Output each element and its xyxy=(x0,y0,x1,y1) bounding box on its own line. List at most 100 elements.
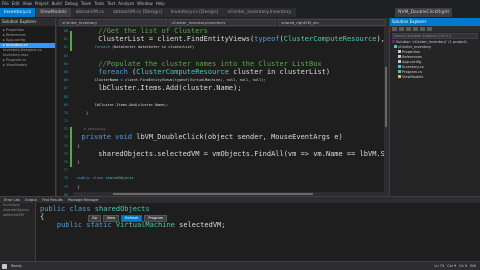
line-number: 67 xyxy=(63,86,68,91)
solution-tree-label: App.config xyxy=(402,60,422,64)
line-number: 63 xyxy=(63,53,68,58)
code-editor[interactable]: vCenter_Inventory vCenter_Inventory.Inve… xyxy=(57,18,388,196)
file-icon xyxy=(398,65,401,68)
code-token: { xyxy=(73,184,80,189)
line-number: 74 xyxy=(63,143,68,148)
forward-icon[interactable] xyxy=(399,27,404,31)
menu-item-team[interactable]: Team xyxy=(81,0,92,7)
document-tab[interactable]: Inventory.cs xyxy=(0,8,37,17)
solution-explorer-title: Solution Explorer xyxy=(390,18,480,26)
document-tab[interactable]: abtaskVM.cs [Design] xyxy=(108,8,167,17)
peek-toolbar-button[interactable]: View xyxy=(102,215,120,222)
file-icon xyxy=(398,55,401,58)
home-icon[interactable] xyxy=(406,27,411,31)
vertical-scrollbar[interactable] xyxy=(384,27,388,192)
code-line: lbCluster.Items.Add(cluster.Name); xyxy=(73,84,388,92)
peek-toolbar-button[interactable]: Refresh xyxy=(121,215,143,222)
menu-item-tools[interactable]: Tools xyxy=(94,0,104,7)
menu-item-test[interactable]: Test xyxy=(107,0,115,7)
code-token: { xyxy=(40,213,45,222)
document-tab[interactable]: vCenter_Inventory.Inventory xyxy=(223,8,297,17)
bottom-tab[interactable]: Find Results xyxy=(40,197,65,203)
menu-item-project[interactable]: Project xyxy=(35,0,49,7)
code-token: 0 references xyxy=(73,127,106,132)
refresh-icon[interactable] xyxy=(413,27,418,31)
code-token: lbCluster.Items.Add(cluster.Name); xyxy=(73,102,169,107)
bottom-tabs: Error List Output Find Results Package Mana… xyxy=(0,197,480,203)
menu-item-analyze[interactable]: Analyze xyxy=(118,0,134,7)
line-number: 62 xyxy=(63,45,68,50)
code-token: foreach xyxy=(73,67,128,76)
solution-tree-label: Solution 'vCenter_Inventory' (1 project) xyxy=(396,40,467,44)
document-tab[interactable]: abtaskVM.cs xyxy=(71,8,109,17)
solution-tree-item[interactable]: ViewModels xyxy=(390,75,480,80)
document-tab[interactable]: ViewModels xyxy=(36,8,72,17)
peek-toolbar: Go View Refresh Program xyxy=(88,215,168,222)
back-icon[interactable] xyxy=(392,27,397,31)
code-token: VirtualMachine xyxy=(115,221,175,230)
left-tree-item[interactable]: ▸ ViewModels xyxy=(0,63,55,68)
menu-item-edit[interactable]: Edit xyxy=(12,0,20,7)
solution-tree-label: Program.cs xyxy=(402,70,423,74)
code-token: (DataCenter dataCenter in clusterList) xyxy=(109,45,195,50)
code-token: lbVM_DoubleClick(object sender, MouseEve… xyxy=(132,133,343,142)
code-token: sharedObjects xyxy=(105,176,134,181)
code-token: sharedObjects.selectedVM = vmObjects.Fin… xyxy=(98,149,388,158)
code-token: ClusterComputeResource xyxy=(136,67,229,76)
code-line: { xyxy=(73,183,388,191)
solution-tree-label: Inventory.cs xyxy=(402,65,424,69)
menu-item-help[interactable]: Help xyxy=(156,0,165,7)
properties-icon[interactable] xyxy=(427,27,432,31)
menu-item-debug[interactable]: Debug xyxy=(65,0,78,7)
code-area[interactable]: //Get the list of Clusters ClusterList =… xyxy=(73,27,388,196)
line-number: 68 xyxy=(63,94,68,99)
line-number: 71 xyxy=(63,119,68,124)
bottom-panel: Error List Output Find Results Package Mana… xyxy=(0,196,480,270)
editor-navigation-bar: vCenter_Inventory vCenter_Inventory.Inve… xyxy=(57,18,388,27)
code-line xyxy=(73,166,388,174)
line-number: 60 xyxy=(63,29,68,33)
code-token: //Get the list of Clusters xyxy=(73,27,208,35)
code-line xyxy=(73,93,388,101)
right-document-tab[interactable]: NVM_DoubleClickRight xyxy=(395,8,453,17)
code-line: private void lbVM_DoubleClick(object sen… xyxy=(73,133,388,141)
line-number: 78 xyxy=(63,176,68,181)
left-panel-title: Solution Explorer xyxy=(0,18,55,26)
menu-item-window[interactable]: Window xyxy=(137,0,153,7)
code-token: sharedObjects xyxy=(94,205,150,213)
code-token: typeof xyxy=(254,35,280,44)
status-field: INS xyxy=(470,264,476,268)
member-dropdown[interactable]: shared_rightVM_vm xyxy=(278,19,387,26)
status-icon xyxy=(2,263,7,269)
document-tab[interactable]: Inventory.cs [Design] xyxy=(166,8,224,17)
solution-search-input[interactable]: Search Solution Explorer (Ctrl+;) xyxy=(392,33,478,39)
horizontal-scroll-thumb[interactable] xyxy=(113,193,313,195)
code-line xyxy=(73,52,388,60)
code-line: } xyxy=(73,158,388,166)
line-number: 77 xyxy=(63,168,68,173)
collapse-icon[interactable] xyxy=(420,27,425,31)
peek-toolbar-button[interactable]: Go xyxy=(88,215,101,222)
solution-tree-label: Properties xyxy=(402,50,421,54)
line-number-gutter: 60 61 62 63 64 65 66 67 68 69 70 71 72 73 74 75 76 77 78 79… xyxy=(57,27,69,196)
code-token: private void xyxy=(73,133,133,142)
bottom-left-item[interactable]: selectedVM xyxy=(0,213,35,218)
menu-item-view[interactable]: View xyxy=(22,0,32,7)
class-dropdown[interactable]: vCenter_Inventory.Inventory xyxy=(168,19,277,26)
bottom-tab[interactable]: Package Manager xyxy=(66,197,101,203)
code-token: { xyxy=(73,143,80,148)
code-token: ClusterName = client.FindEntityViews(typ… xyxy=(73,78,266,83)
code-line xyxy=(73,117,388,125)
peek-toolbar-button[interactable]: Program xyxy=(144,215,168,222)
code-token: selectedVM; xyxy=(174,221,226,230)
code-line: public static VirtualMachine selectedVM; xyxy=(40,221,480,229)
vertical-scroll-thumb[interactable] xyxy=(385,67,387,127)
project-dropdown[interactable]: vCenter_Inventory xyxy=(59,19,167,26)
status-right-group: Ln 74 Col 9 Ch 9 INS xyxy=(434,264,476,268)
menu-item-file[interactable]: File xyxy=(2,0,9,7)
menu-item-build[interactable]: Build xyxy=(52,0,62,7)
